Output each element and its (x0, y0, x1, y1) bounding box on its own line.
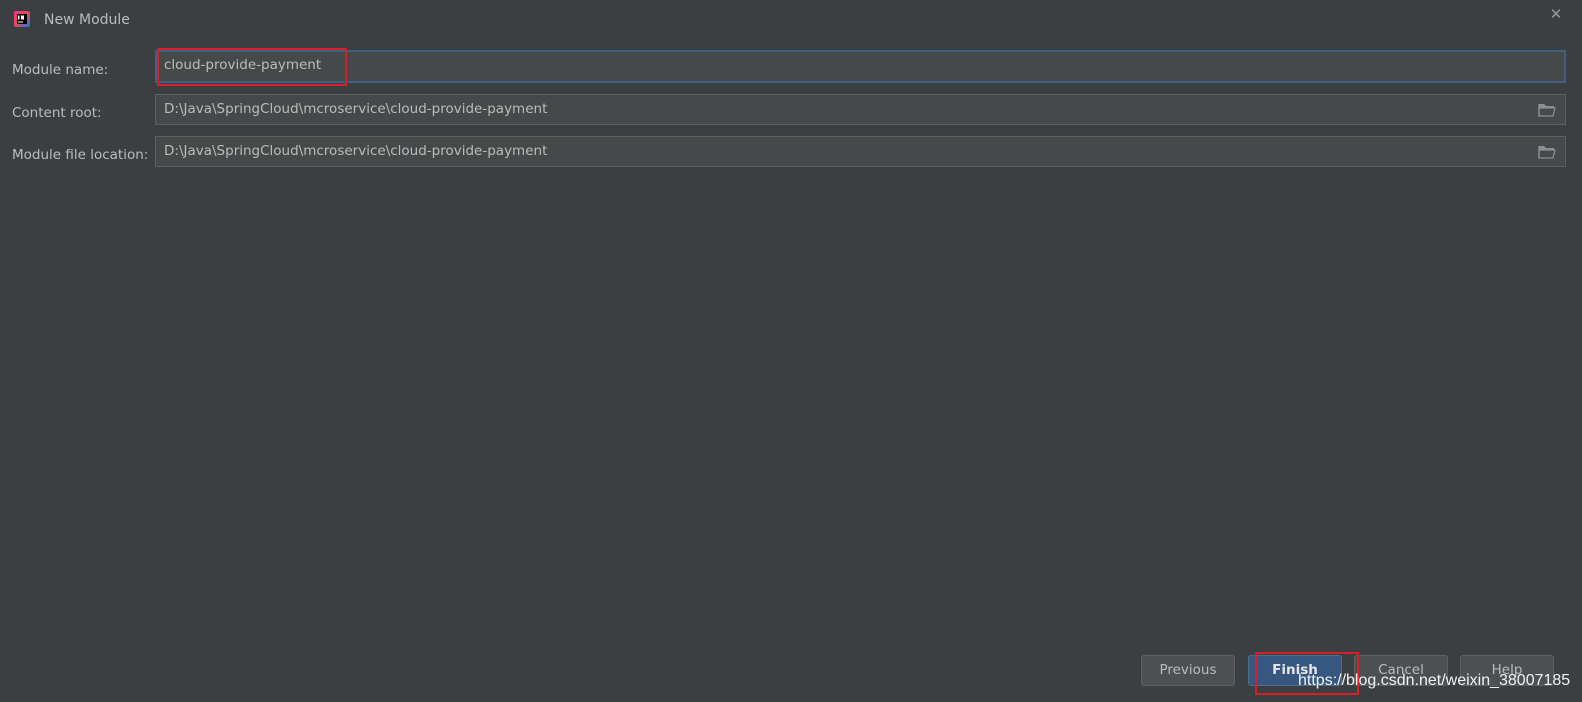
intellij-idea-icon (14, 11, 30, 27)
module-file-location-label: Module file location: (12, 147, 149, 163)
module-name-row: Module name: cloud-provide-payment (0, 50, 1582, 83)
title-bar: New Module ✕ (0, 0, 1582, 40)
content-root-row: Content root: D:\Java\SpringCloud\mcrose… (0, 94, 1582, 126)
content-root-label: Content root: (12, 105, 102, 121)
module-name-label: Module name: (12, 62, 109, 78)
module-file-location-value: D:\Java\SpringCloud\mcroservice\cloud-pr… (164, 143, 548, 159)
folder-icon[interactable] (1538, 144, 1556, 159)
module-file-location-row: Module file location: D:\Java\SpringClou… (0, 136, 1582, 168)
folder-icon[interactable] (1538, 102, 1556, 117)
module-name-input[interactable]: cloud-provide-payment (155, 50, 1566, 83)
watermark-text: https://blog.csdn.net/weixin_38007185 (1298, 672, 1571, 689)
previous-button[interactable]: Previous (1141, 655, 1235, 686)
dialog-title: New Module (44, 12, 130, 28)
new-module-dialog: New Module ✕ Module name: cloud-provide-… (0, 0, 1582, 702)
content-root-field[interactable]: D:\Java\SpringCloud\mcroservice\cloud-pr… (155, 94, 1566, 125)
module-file-location-field[interactable]: D:\Java\SpringCloud\mcroservice\cloud-pr… (155, 136, 1566, 167)
content-root-value: D:\Java\SpringCloud\mcroservice\cloud-pr… (164, 101, 548, 117)
close-icon[interactable]: ✕ (1548, 6, 1564, 22)
